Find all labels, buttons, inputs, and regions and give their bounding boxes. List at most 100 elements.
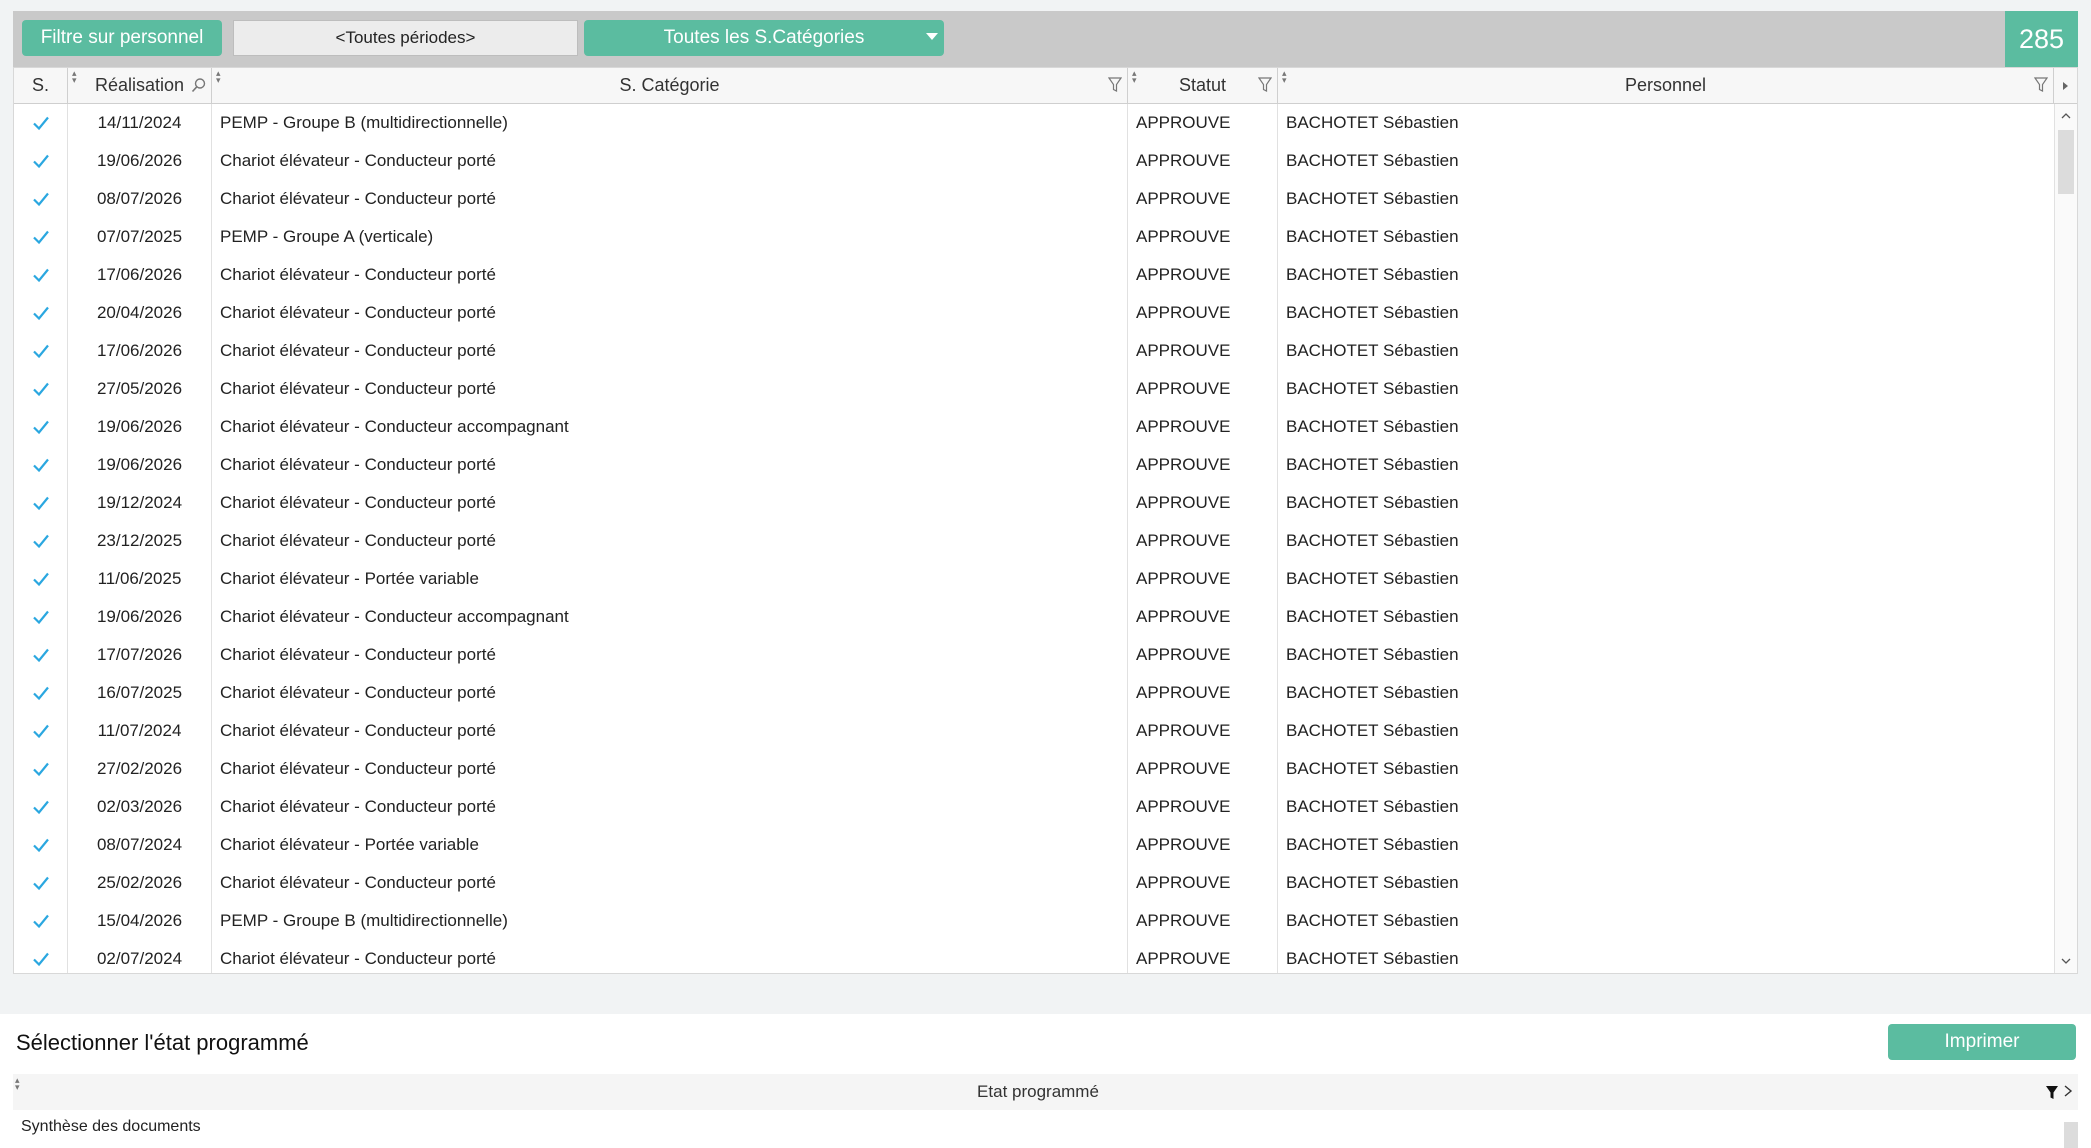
scroll-right-icon[interactable] xyxy=(2063,1085,2073,1097)
filter-icon[interactable] xyxy=(2034,77,2048,93)
report-scrollbar[interactable] xyxy=(2064,1122,2078,1148)
cell-personnel: BACHOTET Sébastien xyxy=(1286,949,1459,968)
cell-status: APPROUVE xyxy=(1128,712,1278,750)
table-row[interactable]: 23/12/2025 Chariot élévateur - Conducteur… xyxy=(14,522,2054,560)
column-header-state[interactable]: Etat programmé xyxy=(13,1074,2063,1110)
table-row[interactable]: 02/07/2024 Chariot élévateur - Conducteur… xyxy=(14,940,2054,973)
row-checkbox[interactable] xyxy=(14,598,68,636)
sort-icon[interactable]: ▴ ▾ xyxy=(72,69,77,85)
row-checkbox[interactable] xyxy=(14,332,68,370)
row-checkbox[interactable] xyxy=(14,294,68,332)
row-checkbox[interactable] xyxy=(14,560,68,598)
table-row[interactable]: 19/06/2026 Chariot élévateur - Conducteur… xyxy=(14,598,2054,636)
row-checkbox[interactable] xyxy=(14,218,68,256)
table-row[interactable]: 25/02/2026 Chariot élévateur - Conducteur… xyxy=(14,864,2054,902)
cell-status: APPROUVE xyxy=(1128,446,1278,484)
cell-category: Chariot élévateur - Conducteur accompagn… xyxy=(212,598,1128,636)
row-checkbox[interactable] xyxy=(14,902,68,940)
sort-icon[interactable]: ▴ ▾ xyxy=(1132,69,1137,85)
panel-title: Sélectionner l'état programmé xyxy=(16,1030,309,1055)
cell-date: 19/06/2026 xyxy=(68,446,212,484)
row-checkbox[interactable] xyxy=(14,712,68,750)
table-row[interactable]: 16/07/2025 Chariot élévateur - Conducteur… xyxy=(14,674,2054,712)
table-row[interactable]: 02/03/2026 Chariot élévateur - Conducteur… xyxy=(14,788,2054,826)
row-checkbox[interactable] xyxy=(14,446,68,484)
record-count: 285 xyxy=(2005,11,2078,67)
cell-status: APPROUVE xyxy=(1128,674,1278,712)
column-header-realisation[interactable]: ▴ ▾ Réalisation xyxy=(68,68,212,103)
cell-category: PEMP - Groupe A (verticale) xyxy=(212,218,1128,256)
checkmark-icon xyxy=(32,154,49,169)
table-row[interactable]: 08/07/2024 Chariot élévateur - Portée var… xyxy=(14,826,2054,864)
filter-personnel-button[interactable]: Filtre sur personnel xyxy=(22,20,222,56)
cell-status: APPROUVE xyxy=(1128,142,1278,180)
scrollbar-thumb[interactable] xyxy=(2058,130,2074,194)
cell-personnel: BACHOTET Sébastien xyxy=(1286,911,1459,930)
row-checkbox[interactable] xyxy=(14,522,68,560)
checkmark-icon xyxy=(32,838,49,853)
table-row[interactable]: 19/06/2026 Chariot élévateur - Conducteur… xyxy=(14,408,2054,446)
scroll-right-icon[interactable] xyxy=(2054,68,2077,103)
row-checkbox[interactable] xyxy=(14,104,68,142)
table-row[interactable]: 27/02/2026 Chariot élévateur - Conducteur… xyxy=(14,750,2054,788)
vertical-scrollbar[interactable] xyxy=(2054,104,2077,973)
column-header-personnel[interactable]: ▴ ▾ Personnel xyxy=(1278,68,2054,103)
cell-category: Chariot élévateur - Portée variable xyxy=(212,560,1128,598)
table-row[interactable]: 11/07/2024 Chariot élévateur - Conducteur… xyxy=(14,712,2054,750)
cell-personnel: BACHOTET Sébastien xyxy=(1286,493,1459,512)
sort-icon[interactable]: ▴ ▾ xyxy=(1282,69,1287,85)
table-row[interactable]: 15/04/2026 PEMP - Groupe B (multidirectio… xyxy=(14,902,2054,940)
table-row[interactable]: 07/07/2025 PEMP - Groupe A (verticale) APP… xyxy=(14,218,2054,256)
row-checkbox[interactable] xyxy=(14,864,68,902)
table-row[interactable]: 17/07/2026 Chariot élévateur - Conducteur… xyxy=(14,636,2054,674)
row-checkbox[interactable] xyxy=(14,408,68,446)
table-row[interactable]: 27/05/2026 Chariot élévateur - Conducteur… xyxy=(14,370,2054,408)
cell-date: 19/06/2026 xyxy=(68,142,212,180)
checkmark-icon xyxy=(32,610,49,625)
cell-date: 11/06/2025 xyxy=(68,560,212,598)
cell-date: 25/02/2026 xyxy=(68,864,212,902)
cell-personnel: BACHOTET Sébastien xyxy=(1286,151,1459,170)
period-selector[interactable]: <Toutes périodes> xyxy=(233,20,578,56)
category-dropdown[interactable]: Toutes les S.Catégories xyxy=(584,20,944,56)
row-checkbox[interactable] xyxy=(14,674,68,712)
row-checkbox[interactable] xyxy=(14,370,68,408)
filter-icon[interactable] xyxy=(1108,77,1122,93)
table-row[interactable]: 14/11/2024 PEMP - Groupe B (multidirectio… xyxy=(14,104,2054,142)
row-checkbox[interactable] xyxy=(14,788,68,826)
column-header-status[interactable]: ▴ ▾ Statut xyxy=(1128,68,1278,103)
cell-personnel: BACHOTET Sébastien xyxy=(1286,189,1459,208)
checkmark-icon xyxy=(32,686,49,701)
table-row[interactable]: 11/06/2025 Chariot élévateur - Portée var… xyxy=(14,560,2054,598)
column-header-s[interactable]: S. xyxy=(14,68,68,103)
table-row[interactable]: 17/06/2026 Chariot élévateur - Conducteur… xyxy=(14,256,2054,294)
cell-category: PEMP - Groupe B (multidirectionnelle) xyxy=(212,902,1128,940)
cell-personnel: BACHOTET Sébastien xyxy=(1286,835,1459,854)
table-row[interactable]: 17/06/2026 Chariot élévateur - Conducteur… xyxy=(14,332,2054,370)
column-header-category[interactable]: ▴ ▾ S. Catégorie xyxy=(212,68,1128,103)
scroll-up-icon[interactable] xyxy=(2061,111,2071,121)
sort-icon[interactable]: ▴ ▾ xyxy=(216,69,221,85)
row-checkbox[interactable] xyxy=(14,180,68,218)
table-row[interactable]: 20/04/2026 Chariot élévateur - Conducteur… xyxy=(14,294,2054,332)
scroll-down-icon[interactable] xyxy=(2061,956,2071,966)
print-button[interactable]: Imprimer xyxy=(1888,1024,2076,1060)
cell-personnel: BACHOTET Sébastien xyxy=(1286,417,1459,436)
row-checkbox[interactable] xyxy=(14,484,68,522)
report-row[interactable]: Synthèse des documents xyxy=(13,1110,2078,1148)
filter-icon[interactable] xyxy=(1258,77,1272,93)
filter-icon[interactable] xyxy=(2045,1085,2059,1101)
row-checkbox[interactable] xyxy=(14,826,68,864)
row-checkbox[interactable] xyxy=(14,940,68,973)
row-checkbox[interactable] xyxy=(14,750,68,788)
search-icon[interactable] xyxy=(191,77,207,93)
cell-date: 19/06/2026 xyxy=(68,408,212,446)
cell-status: APPROUVE xyxy=(1128,522,1278,560)
table-row[interactable]: 19/06/2026 Chariot élévateur - Conducteur… xyxy=(14,142,2054,180)
row-checkbox[interactable] xyxy=(14,636,68,674)
table-row[interactable]: 08/07/2026 Chariot élévateur - Conducteur… xyxy=(14,180,2054,218)
table-row[interactable]: 19/06/2026 Chariot élévateur - Conducteur… xyxy=(14,446,2054,484)
row-checkbox[interactable] xyxy=(14,142,68,180)
table-row[interactable]: 19/12/2024 Chariot élévateur - Conducteur… xyxy=(14,484,2054,522)
row-checkbox[interactable] xyxy=(14,256,68,294)
